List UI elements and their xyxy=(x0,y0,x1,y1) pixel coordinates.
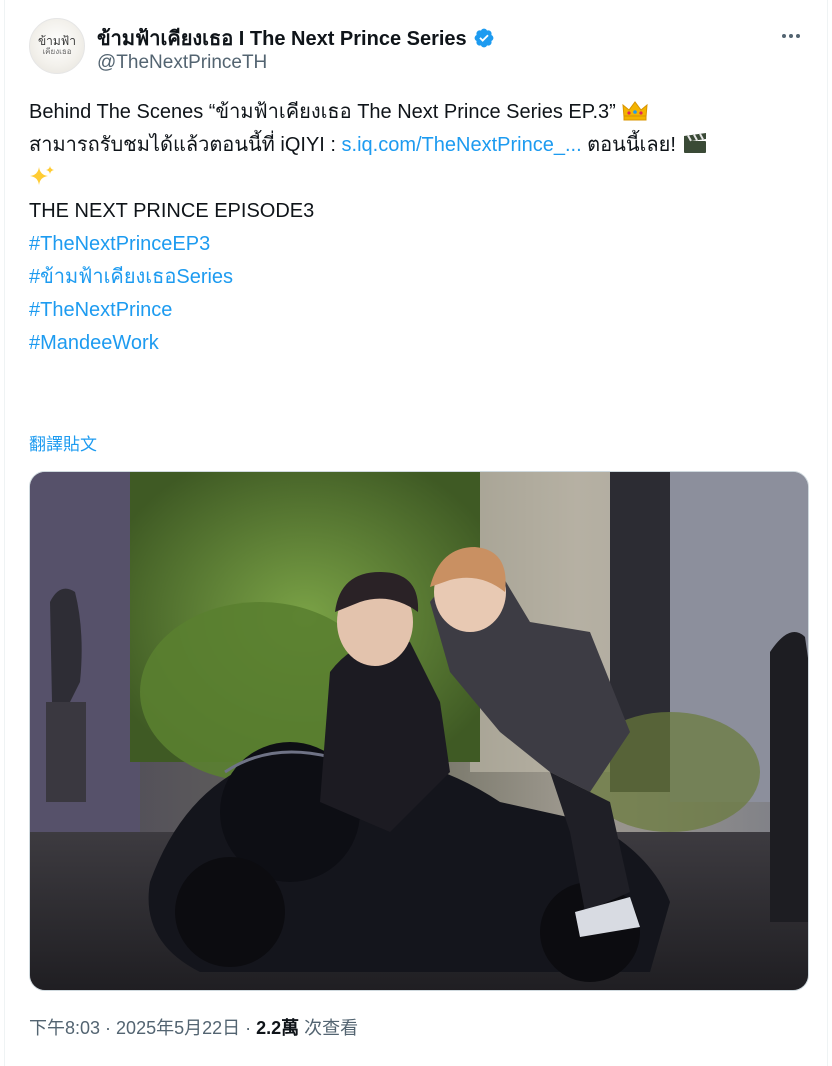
avatar-logo-line1: ข้ามฟ้า xyxy=(37,34,77,48)
author-avatar[interactable]: ข้ามฟ้า เคียงเธอ xyxy=(29,18,85,74)
photo-scene xyxy=(30,472,808,990)
avatar-logo-line2: เคียงเธอ xyxy=(42,47,72,56)
tweet-date[interactable]: 2025年5月22日 xyxy=(116,1018,240,1038)
hashtag-link[interactable]: #MandeeWork xyxy=(29,327,809,360)
tweet-line-2-after: ตอนนี้เลย! xyxy=(581,134,676,156)
tweet-line-4: THE NEXT PRINCE EPISODE3 xyxy=(29,200,315,222)
views-count: 2.2萬 xyxy=(256,1018,300,1038)
translate-post-button[interactable]: 翻譯貼文 xyxy=(29,430,97,455)
tweet-line-1: Behind The Scenes “ข้ามฟ้าเคียงเธอ The N… xyxy=(29,96,809,129)
tweet-line-3 xyxy=(29,162,809,195)
more-options-icon[interactable] xyxy=(777,24,805,48)
meta-separator: · xyxy=(100,1018,117,1038)
tweet-photo[interactable] xyxy=(29,471,809,991)
author-handle[interactable]: @TheNextPrinceTH xyxy=(97,52,267,74)
author-name-row: ข้ามฟ้าเคียงเธอ I The Next Prince Series xyxy=(97,22,495,54)
verified-badge-icon xyxy=(474,28,494,48)
tweet-time[interactable]: 下午8:03 xyxy=(29,1018,100,1038)
tweet-meta: 下午8:03 · 2025年5月22日 · 2.2萬 次查看 xyxy=(29,1014,358,1040)
sparkles-emoji-icon xyxy=(30,166,54,185)
clapper-board-emoji-icon xyxy=(684,133,707,153)
tweet-line-2-text: สามารถรับชมได้แล้วตอนนี้ที่ iQIYI : xyxy=(29,134,342,156)
hashtag-link[interactable]: #TheNextPrinceEP3 xyxy=(29,228,809,261)
hashtag-link[interactable]: #ข้ามฟ้าเคียงเธอSeries xyxy=(29,261,809,294)
tweet-text: Behind The Scenes “ข้ามฟ้าเคียงเธอ The N… xyxy=(29,96,809,360)
tweet-card: ข้ามฟ้า เคียงเธอ ข้ามฟ้าเคียงเธอ I The N… xyxy=(4,0,828,1066)
meta-separator: · xyxy=(240,1018,257,1038)
tweet-line-2: สามารถรับชมได้แล้วตอนนี้ที่ iQIYI : s.iq… xyxy=(29,129,809,162)
iqiyi-link[interactable]: s.iq.com/TheNextPrince_... xyxy=(342,134,582,156)
tweet-line-1-text: Behind The Scenes “ข้ามฟ้าเคียงเธอ The N… xyxy=(29,101,616,123)
hashtag-link[interactable]: #TheNextPrince xyxy=(29,294,809,327)
author-name[interactable]: ข้ามฟ้าเคียงเธอ I The Next Prince Series xyxy=(97,22,467,54)
views-label: 次查看 xyxy=(304,1018,359,1038)
crown-emoji-icon xyxy=(622,101,649,121)
